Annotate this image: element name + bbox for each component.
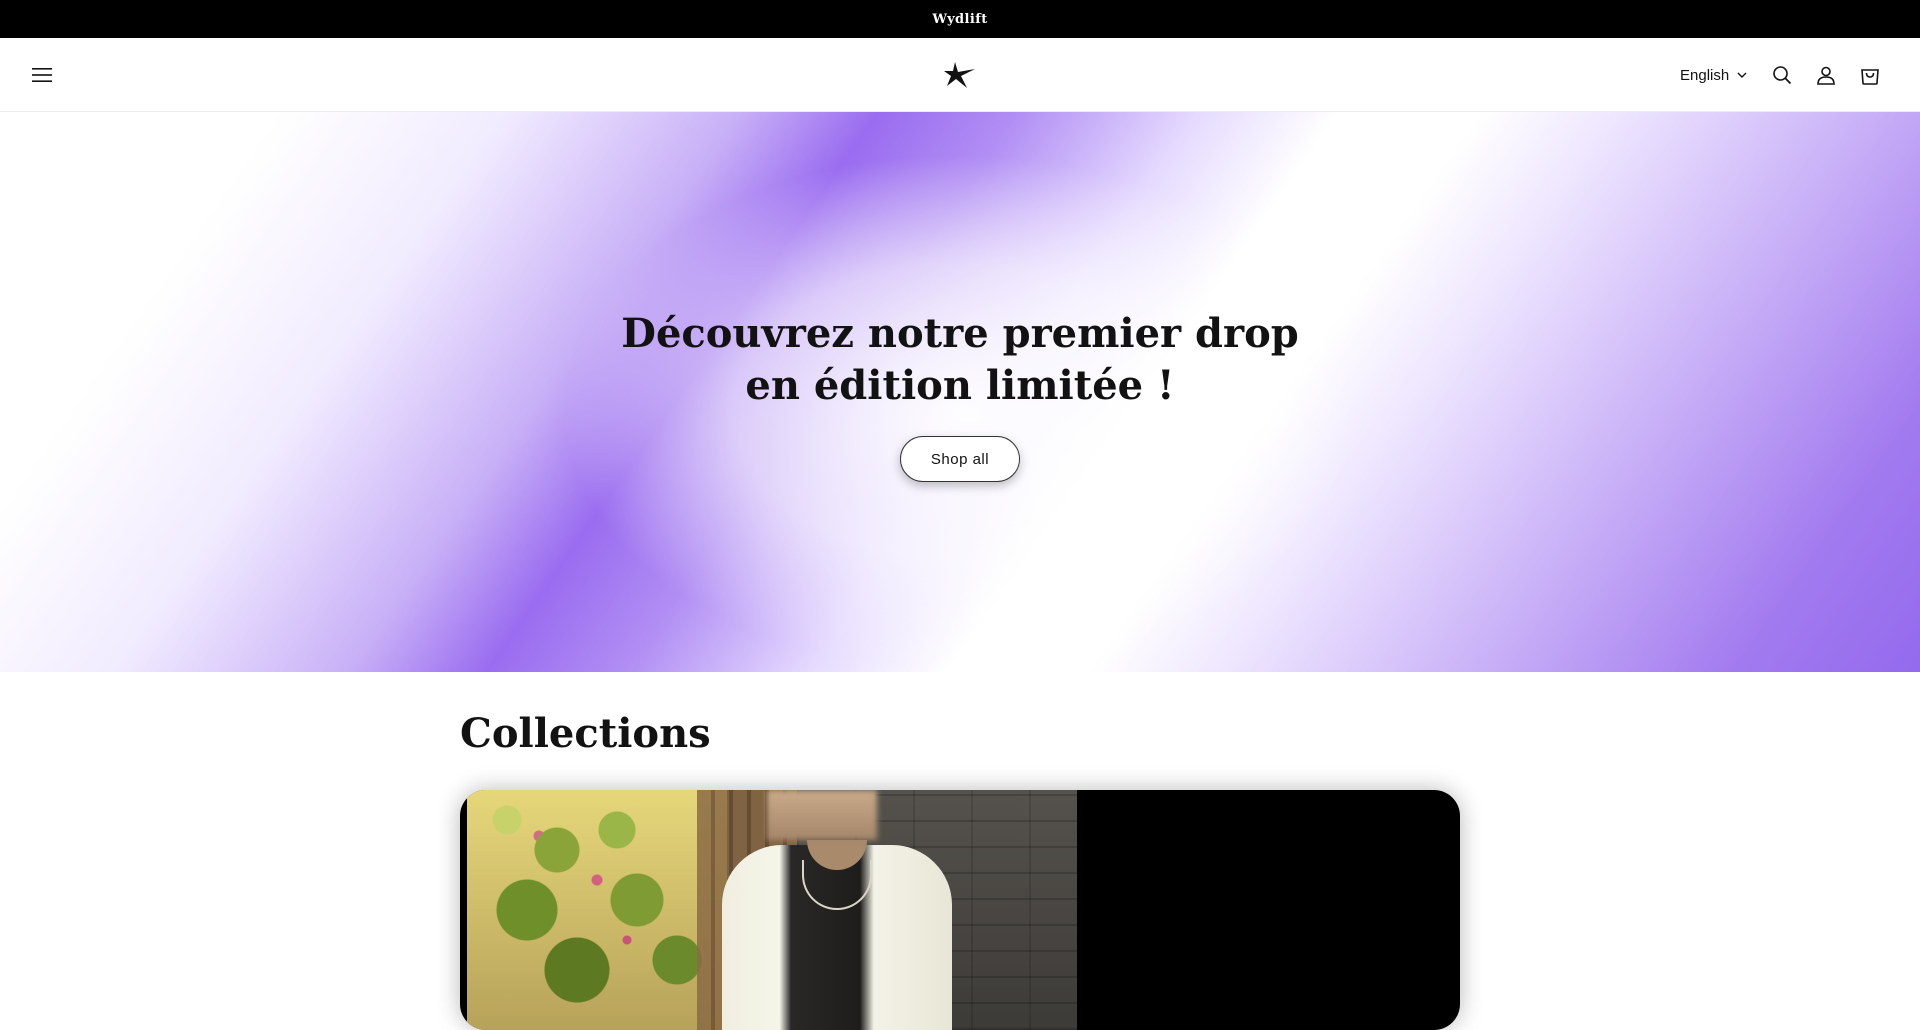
star-logo-icon	[944, 62, 975, 88]
search-icon	[1773, 66, 1792, 85]
account-button[interactable]	[1812, 61, 1840, 89]
language-selector[interactable]: English	[1680, 63, 1747, 87]
collection-card[interactable]	[460, 790, 1460, 1030]
collections-heading: Collections	[460, 710, 711, 757]
announcement-bar: Wydlift	[0, 0, 1920, 38]
shop-all-button[interactable]: Shop all	[899, 436, 1021, 482]
hero-content: Découvrez notre premier drop en édition …	[560, 308, 1360, 482]
store-logo[interactable]	[940, 58, 980, 92]
search-button[interactable]	[1768, 61, 1796, 89]
menu-button[interactable]	[28, 61, 56, 89]
collection-image	[467, 790, 1077, 1030]
hamburger-menu-icon	[32, 68, 52, 82]
cart-button[interactable]	[1856, 61, 1884, 89]
chevron-down-icon	[1737, 72, 1747, 78]
account-icon	[1817, 66, 1835, 85]
hero-title: Découvrez notre premier drop en édition …	[621, 310, 1299, 409]
hero-banner: Découvrez notre premier drop en édition …	[0, 112, 1920, 672]
announcement-text: Wydlift	[932, 11, 988, 27]
site-header: English	[0, 38, 1920, 112]
language-label: English	[1680, 66, 1730, 84]
cart-icon	[1861, 69, 1879, 85]
